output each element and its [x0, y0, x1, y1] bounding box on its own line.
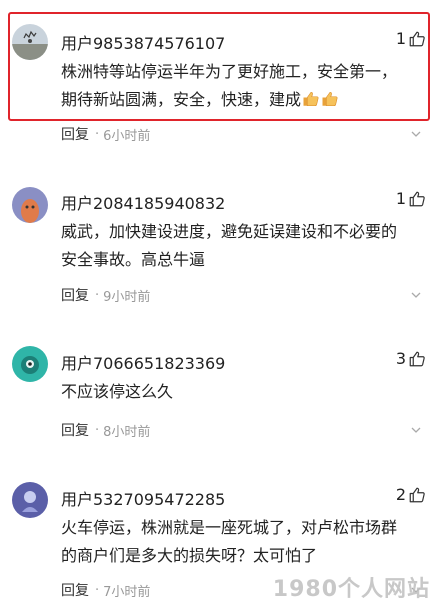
thumbs-up-icon	[409, 31, 425, 46]
comment-text-line: 不应该停这么久	[61, 382, 174, 401]
like-count: 1	[395, 29, 406, 48]
separator-dot: ·	[95, 582, 100, 598]
timestamp: 9小时前	[103, 289, 151, 305]
watermark: 1980个人网站	[272, 577, 430, 602]
username[interactable]: 用户9853874576107	[61, 30, 225, 54]
like-button[interactable]: 1	[396, 29, 426, 48]
avatar[interactable]	[12, 482, 48, 518]
more-chevron-icon[interactable]	[410, 289, 422, 301]
thumbs-up-emoji-icon	[322, 91, 338, 107]
reply-button[interactable]: 回复	[61, 580, 89, 600]
reply-button[interactable]: 回复	[61, 285, 89, 305]
comment-text-line: 期待新站圆满，安全，快速，建成	[61, 86, 421, 114]
comment-text: 不应该停这么久	[61, 378, 421, 406]
thumbs-up-icon	[409, 351, 425, 366]
timestamp: 8小时前	[103, 424, 151, 440]
comment-text-segment: 期待新站圆满，安全，快速，建成	[61, 90, 302, 109]
thumbs-up-emoji-icon	[303, 91, 319, 107]
separator-dot: ·	[95, 287, 100, 303]
more-chevron-icon[interactable]	[410, 128, 422, 140]
comment-text: 火车停运，株洲就是一座死城了，对卢松市场群 的商户们是多大的损失呀？太可怕了	[61, 514, 421, 570]
like-button[interactable]: 3	[396, 349, 426, 368]
avatar[interactable]	[12, 187, 48, 223]
comment-text-line: 安全事故。高总牛逼	[61, 250, 206, 269]
comment-meta: 回复 · 9小时前	[61, 285, 150, 305]
comment-text: 威武，加快建设进度，避免延误建设和不必要的 安全事故。高总牛逼	[61, 218, 421, 274]
like-count: 2	[395, 485, 406, 504]
username[interactable]: 用户2084185940832	[61, 190, 225, 214]
username[interactable]: 用户7066651823369	[61, 350, 225, 374]
comment-text-line: 株洲特等站停运半年为了更好施工，安全第一，	[61, 62, 398, 81]
avatar[interactable]	[12, 24, 48, 60]
username[interactable]: 用户5327095472285	[61, 486, 225, 510]
more-chevron-icon[interactable]	[410, 424, 422, 436]
comment-meta: 回复 · 8小时前	[61, 420, 150, 440]
timestamp: 7小时前	[103, 584, 151, 600]
comment-text-line: 威武，加快建设进度，避免延误建设和不必要的	[61, 222, 398, 241]
like-count: 3	[395, 349, 406, 368]
reply-button[interactable]: 回复	[61, 420, 89, 440]
comment-meta: 回复 · 7小时前	[61, 580, 150, 600]
comment-text-line: 的商户们是多大的损失呀？太可怕了	[61, 546, 318, 565]
avatar[interactable]	[12, 346, 48, 382]
separator-dot: ·	[95, 422, 100, 438]
comment-text-line: 火车停运，株洲就是一座死城了，对卢松市场群	[61, 518, 398, 537]
timestamp: 6小时前	[103, 128, 151, 144]
comment-text: 株洲特等站停运半年为了更好施工，安全第一， 期待新站圆满，安全，快速，建成	[61, 58, 421, 114]
thumbs-up-icon	[409, 487, 425, 502]
separator-dot: ·	[95, 126, 100, 142]
like-button[interactable]: 1	[396, 189, 426, 208]
reply-button[interactable]: 回复	[61, 124, 89, 144]
comment-meta: 回复 · 6小时前	[61, 124, 150, 144]
like-count: 1	[395, 189, 406, 208]
like-button[interactable]: 2	[396, 485, 426, 504]
thumbs-up-icon	[409, 191, 425, 206]
